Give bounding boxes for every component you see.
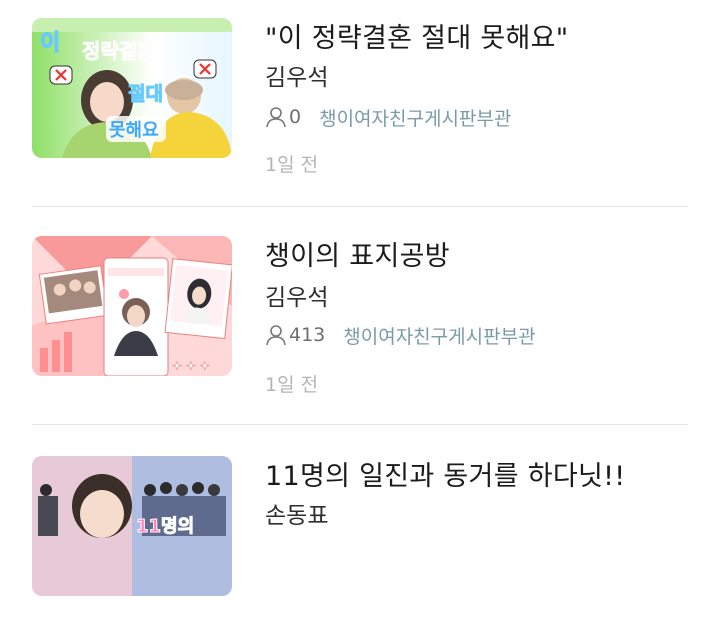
cover-workshop-thumbnail: ✦ ✦ ✦ — [32, 236, 232, 376]
post-author[interactable]: 손동표 — [265, 496, 328, 530]
person-icon — [266, 107, 286, 128]
post-thumbnail[interactable]: 11명의 — [32, 456, 232, 596]
person-icon — [266, 325, 286, 346]
post-author[interactable]: 김우석 — [265, 278, 328, 312]
post-meta: 0 챙이여자친구게시판부관 — [265, 102, 511, 132]
board-link[interactable]: 챙이여자친구게시판부관 — [343, 322, 535, 349]
svg-text:이: 이 — [40, 31, 60, 56]
divider — [32, 206, 688, 207]
post-thumbnail[interactable]: ✦ ✦ ✦ — [32, 236, 232, 376]
wedding-cover-thumbnail: 이 정략결혼 절대 못해요 — [32, 18, 232, 158]
post-author[interactable]: 김우석 — [265, 58, 328, 92]
post-title[interactable]: "이 정략결혼 절대 못해요" — [265, 16, 569, 55]
svg-text:정략결혼: 정략결혼 — [82, 39, 156, 63]
svg-text:11명의: 11명의 — [136, 516, 194, 537]
post-card[interactable]: ✦ ✦ ✦ 챙이의 표지공방 김우석 413 챙이여자친구게시판부관 1일 전 — [32, 220, 688, 410]
post-timestamp: 1일 전 — [265, 154, 319, 176]
group-photo-thumbnail: 11명의 — [32, 456, 232, 596]
post-card[interactable]: 이 정략결혼 절대 못해요 "이 정략결혼 절대 못해요" 김우석 0 챙이여자… — [32, 0, 688, 190]
divider — [32, 424, 688, 425]
board-link[interactable]: 챙이여자친구게시판부관 — [319, 104, 511, 131]
post-thumbnail[interactable]: 이 정략결혼 절대 못해요 — [32, 18, 232, 158]
view-count: 413 — [289, 324, 326, 346]
post-card[interactable]: 11명의 11명의 일진과 동거를 하다닛!! 손동표 — [32, 440, 688, 630]
post-title[interactable]: 11명의 일진과 동거를 하다닛!! — [265, 454, 625, 493]
view-count: 0 — [289, 106, 302, 128]
post-title[interactable]: 챙이의 표지공방 — [265, 234, 450, 273]
post-meta: 413 챙이여자친구게시판부관 — [265, 320, 536, 350]
svg-text:절대: 절대 — [128, 83, 163, 105]
post-timestamp: 1일 전 — [265, 374, 319, 396]
svg-text:못해요: 못해요 — [109, 120, 159, 141]
svg-text:✦ ✦ ✦: ✦ ✦ ✦ — [172, 359, 210, 373]
